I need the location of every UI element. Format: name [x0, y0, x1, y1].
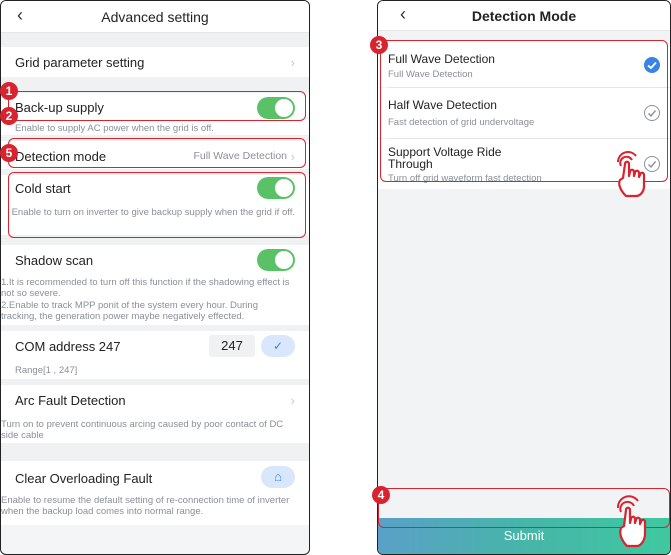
- option-label: Support Voltage Ride Through: [388, 145, 502, 171]
- clear-overloading-row: Clear Overloading Fault ⌂ Enable to resu…: [1, 461, 309, 525]
- step-badge-4: 4: [372, 486, 390, 504]
- clear-broom-button[interactable]: ⌂: [261, 466, 295, 488]
- clear-overloading-label: Clear Overloading Fault: [15, 471, 153, 486]
- backup-supply-toggle[interactable]: [257, 97, 295, 119]
- cold-start-label: Cold start: [15, 181, 71, 196]
- toggle-knob: [275, 251, 293, 269]
- arc-fault-label: Arc Fault Detection: [15, 393, 126, 408]
- com-address-range: Range[1 , 247]: [15, 365, 78, 376]
- header-bar: ‹ Advanced setting: [1, 1, 309, 33]
- step-badge-5: 5: [0, 144, 18, 162]
- header-bar: ‹ Detection Mode: [378, 1, 670, 31]
- com-address-row: COM address 247 247 ✓ Range[1 , 247]: [1, 331, 309, 379]
- page-title: Detection Mode: [471, 8, 577, 24]
- backup-supply-desc: Enable to supply AC power when the grid …: [15, 123, 214, 134]
- backup-supply-label: Back-up supply: [15, 100, 104, 115]
- toggle-knob: [275, 99, 293, 117]
- arc-fault-desc: Turn on to prevent continuous arcing cau…: [1, 419, 284, 441]
- shadow-scan-desc-1: 1.It is recommended to turn off this fun…: [1, 277, 290, 299]
- option-desc: Fast detection of grid undervoltage: [388, 117, 535, 128]
- toggle-knob: [275, 179, 293, 197]
- cold-start-toggle[interactable]: [257, 177, 295, 199]
- option-full-wave[interactable]: Full Wave Detection Full Wave Detection: [378, 41, 670, 87]
- shadow-scan-row: Shadow scan 1.It is recommended to turn …: [1, 245, 309, 325]
- arc-fault-row[interactable]: Arc Fault Detection › Turn on to prevent…: [1, 385, 309, 443]
- detection-mode-screen: ‹ Detection Mode Full Wave Detection Ful…: [377, 0, 671, 555]
- page-title: Advanced setting: [101, 9, 209, 25]
- detection-mode-row[interactable]: Detection mode Full Wave Detection ›: [1, 141, 309, 169]
- checkmark-unselected-icon: [644, 105, 660, 121]
- shadow-scan-desc-2: 2.Enable to track MPP ponit of the syste…: [1, 300, 258, 322]
- chevron-right-icon: ›: [290, 55, 295, 70]
- tap-hand-icon: [616, 495, 647, 548]
- clear-overloading-desc: Enable to resume the default setting of …: [1, 495, 290, 517]
- checkmark-selected-icon: [644, 57, 660, 73]
- detection-mode-label: Detection mode: [15, 149, 107, 164]
- chevron-right-icon: ›: [290, 149, 295, 164]
- detection-mode-value: Full Wave Detection: [193, 150, 287, 162]
- grid-parameter-setting-row[interactable]: Grid parameter setting ›: [1, 47, 309, 77]
- tap-hand-icon: [617, 151, 646, 198]
- option-half-wave[interactable]: Half Wave Detection Fast detection of gr…: [378, 88, 670, 138]
- shadow-scan-toggle[interactable]: [257, 249, 295, 271]
- step-badge-2: 2: [0, 107, 18, 125]
- option-desc: Full Wave Detection: [388, 69, 473, 80]
- com-address-input[interactable]: 247: [209, 335, 255, 357]
- chevron-right-icon: ›: [290, 393, 295, 408]
- shadow-scan-label: Shadow scan: [15, 253, 94, 268]
- backup-supply-row: Back-up supply Enable to supply AC power…: [1, 93, 309, 135]
- cold-start-desc: Enable to turn on inverter to give backu…: [11, 207, 295, 218]
- confirm-check-button[interactable]: ✓: [261, 335, 295, 357]
- advanced-setting-screen: ‹ Advanced setting Grid parameter settin…: [0, 0, 310, 555]
- step-badge-1: 1: [0, 82, 18, 100]
- option-label: Half Wave Detection: [388, 98, 497, 112]
- step-badge-3: 3: [370, 36, 388, 54]
- grid-parameter-label: Grid parameter setting: [15, 55, 145, 70]
- com-address-label: COM address 247: [15, 339, 121, 354]
- option-desc: Turn off grid waveform fast detection: [388, 173, 542, 184]
- cold-start-row: Cold start Enable to turn on inverter to…: [1, 175, 309, 235]
- option-label: Full Wave Detection: [388, 52, 495, 66]
